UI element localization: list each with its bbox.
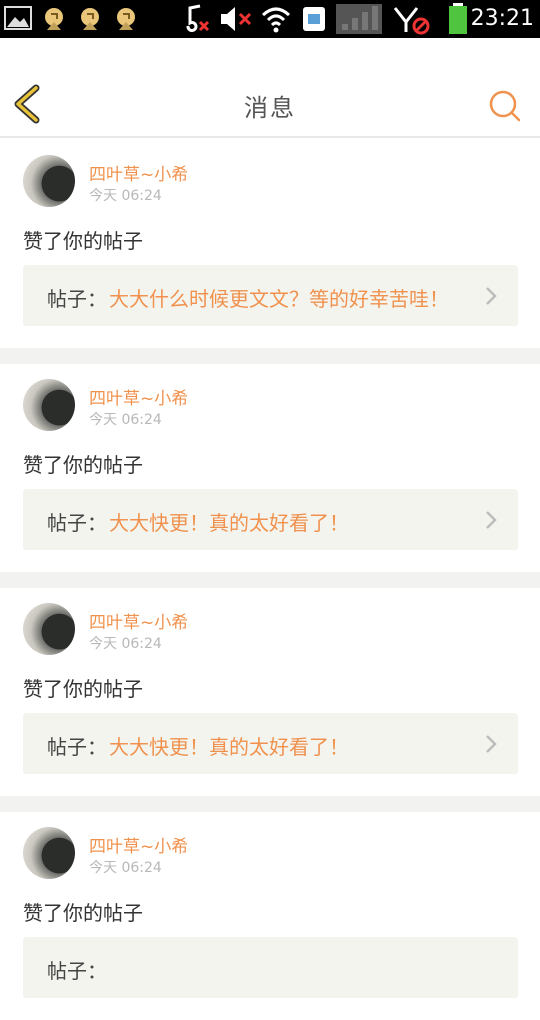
notification-icon xyxy=(81,8,99,30)
action-text: 赞了你的帖子 xyxy=(23,677,143,701)
music-muted-icon xyxy=(186,4,210,32)
message-item[interactable]: 四叶草~小希 今天 06:24 赞了你的帖子 帖子： 大大快更！真的太好看了！ xyxy=(0,364,540,572)
sim-icon xyxy=(303,7,325,31)
search-icon[interactable] xyxy=(488,88,522,122)
signal-icon xyxy=(336,4,382,34)
username[interactable]: 四叶草~小希 xyxy=(89,608,188,633)
username[interactable]: 四叶草~小希 xyxy=(89,384,188,409)
message-item[interactable]: 四叶草~小希 今天 06:24 赞了你的帖子 帖子： xyxy=(0,812,540,1020)
notification-icon xyxy=(117,8,135,30)
avatar[interactable] xyxy=(23,603,75,655)
message-list: 四叶草~小希 今天 06:24 赞了你的帖子 帖子： 大大什么时候更文文？等的好… xyxy=(0,140,540,1020)
chevron-right-icon xyxy=(486,511,497,529)
volume-muted-icon xyxy=(221,7,252,31)
post-preview[interactable]: 帖子： 大大快更！真的太好看了！ xyxy=(23,489,518,550)
post-label: 帖子： xyxy=(47,511,107,535)
post-preview[interactable]: 帖子： xyxy=(23,937,518,998)
post-preview[interactable]: 帖子： 大大什么时候更文文？等的好幸苦哇！ xyxy=(23,265,518,326)
top-bar: 消息 xyxy=(0,38,540,138)
timestamp: 今天 06:24 xyxy=(89,188,162,204)
status-bar: 23:21 xyxy=(0,0,540,38)
status-time: 23:21 xyxy=(470,6,534,31)
message-item[interactable]: 四叶草~小希 今天 06:24 赞了你的帖子 帖子： 大大什么时候更文文？等的好… xyxy=(0,140,540,348)
username[interactable]: 四叶草~小希 xyxy=(89,160,188,185)
post-title: 大大什么时候更文文？等的好幸苦哇！ xyxy=(109,287,449,311)
avatar[interactable] xyxy=(23,155,75,207)
post-label: 帖子： xyxy=(47,959,107,983)
post-title: 大大快更！真的太好看了！ xyxy=(109,735,349,759)
avatar[interactable] xyxy=(23,379,75,431)
post-label: 帖子： xyxy=(47,735,107,759)
avatar[interactable] xyxy=(23,827,75,879)
gallery-icon xyxy=(4,6,32,30)
wifi-icon xyxy=(261,7,291,33)
action-text: 赞了你的帖子 xyxy=(23,901,143,925)
page-title: 消息 xyxy=(244,94,296,122)
post-preview[interactable]: 帖子： 大大快更！真的太好看了！ xyxy=(23,713,518,774)
action-text: 赞了你的帖子 xyxy=(23,229,143,253)
timestamp: 今天 06:24 xyxy=(89,636,162,652)
chevron-right-icon xyxy=(486,287,497,305)
notification-icon xyxy=(45,8,63,30)
timestamp: 今天 06:24 xyxy=(89,412,162,428)
timestamp: 今天 06:24 xyxy=(89,860,162,876)
divider xyxy=(0,348,540,364)
divider xyxy=(0,796,540,812)
post-label: 帖子： xyxy=(47,287,107,311)
post-title: 大大快更！真的太好看了！ xyxy=(109,511,349,535)
battery-icon xyxy=(449,3,467,34)
username[interactable]: 四叶草~小希 xyxy=(89,832,188,857)
action-text: 赞了你的帖子 xyxy=(23,453,143,477)
network-blocked-icon xyxy=(393,7,430,35)
divider xyxy=(0,572,540,588)
message-item[interactable]: 四叶草~小希 今天 06:24 赞了你的帖子 帖子： 大大快更！真的太好看了！ xyxy=(0,588,540,796)
chevron-right-icon xyxy=(486,735,497,753)
